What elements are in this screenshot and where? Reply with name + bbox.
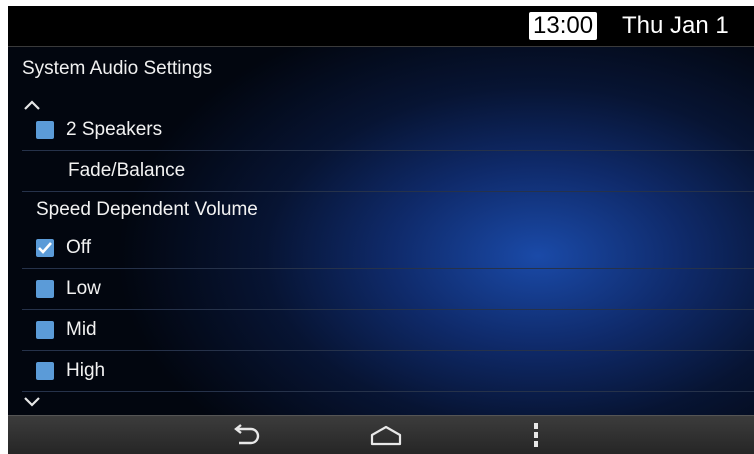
section-heading-label: Speed Dependent Volume — [36, 199, 258, 220]
list-item-label: 2 Speakers — [66, 119, 163, 140]
checkbox-mid[interactable] — [36, 321, 54, 339]
home-icon — [370, 425, 402, 446]
checkbox-low[interactable] — [36, 280, 54, 298]
list-item-2-speakers[interactable]: 2 Speakers — [22, 110, 754, 151]
option-label: Off — [66, 237, 91, 258]
option-off[interactable]: Off — [22, 228, 754, 269]
list-item-fade-balance[interactable]: Fade/Balance — [22, 151, 754, 192]
checkbox-high[interactable] — [36, 362, 54, 380]
checkmark-icon — [38, 242, 52, 254]
option-label: Low — [66, 278, 101, 299]
section-heading-speed-dependent-volume: Speed Dependent Volume — [22, 192, 754, 228]
option-low[interactable]: Low — [22, 269, 754, 310]
option-mid[interactable]: Mid — [22, 310, 754, 351]
menu-icon — [534, 423, 538, 447]
option-high[interactable]: High — [22, 351, 754, 392]
navigation-bar — [8, 415, 754, 454]
home-button[interactable] — [366, 420, 406, 450]
option-label: High — [66, 360, 106, 381]
back-button[interactable] — [226, 420, 266, 450]
scroll-down-icon[interactable] — [22, 395, 42, 409]
option-label: Mid — [66, 319, 97, 340]
status-bar: 13:00 Thu Jan 1 — [8, 6, 754, 47]
audio-settings-screen: 13:00 Thu Jan 1 System Audio Settings 2 … — [8, 6, 754, 454]
checkbox-2-speakers[interactable] — [36, 121, 54, 139]
menu-button[interactable] — [516, 420, 556, 450]
back-icon — [234, 424, 260, 445]
settings-list: 2 Speakers Fade/Balance Speed Dependent … — [22, 110, 754, 392]
list-item-label: Fade/Balance — [68, 160, 186, 181]
status-date: Thu Jan 1 — [622, 12, 729, 39]
status-time: 13:00 — [529, 12, 598, 40]
checkbox-off[interactable] — [36, 239, 54, 257]
page-title: System Audio Settings — [22, 58, 213, 79]
